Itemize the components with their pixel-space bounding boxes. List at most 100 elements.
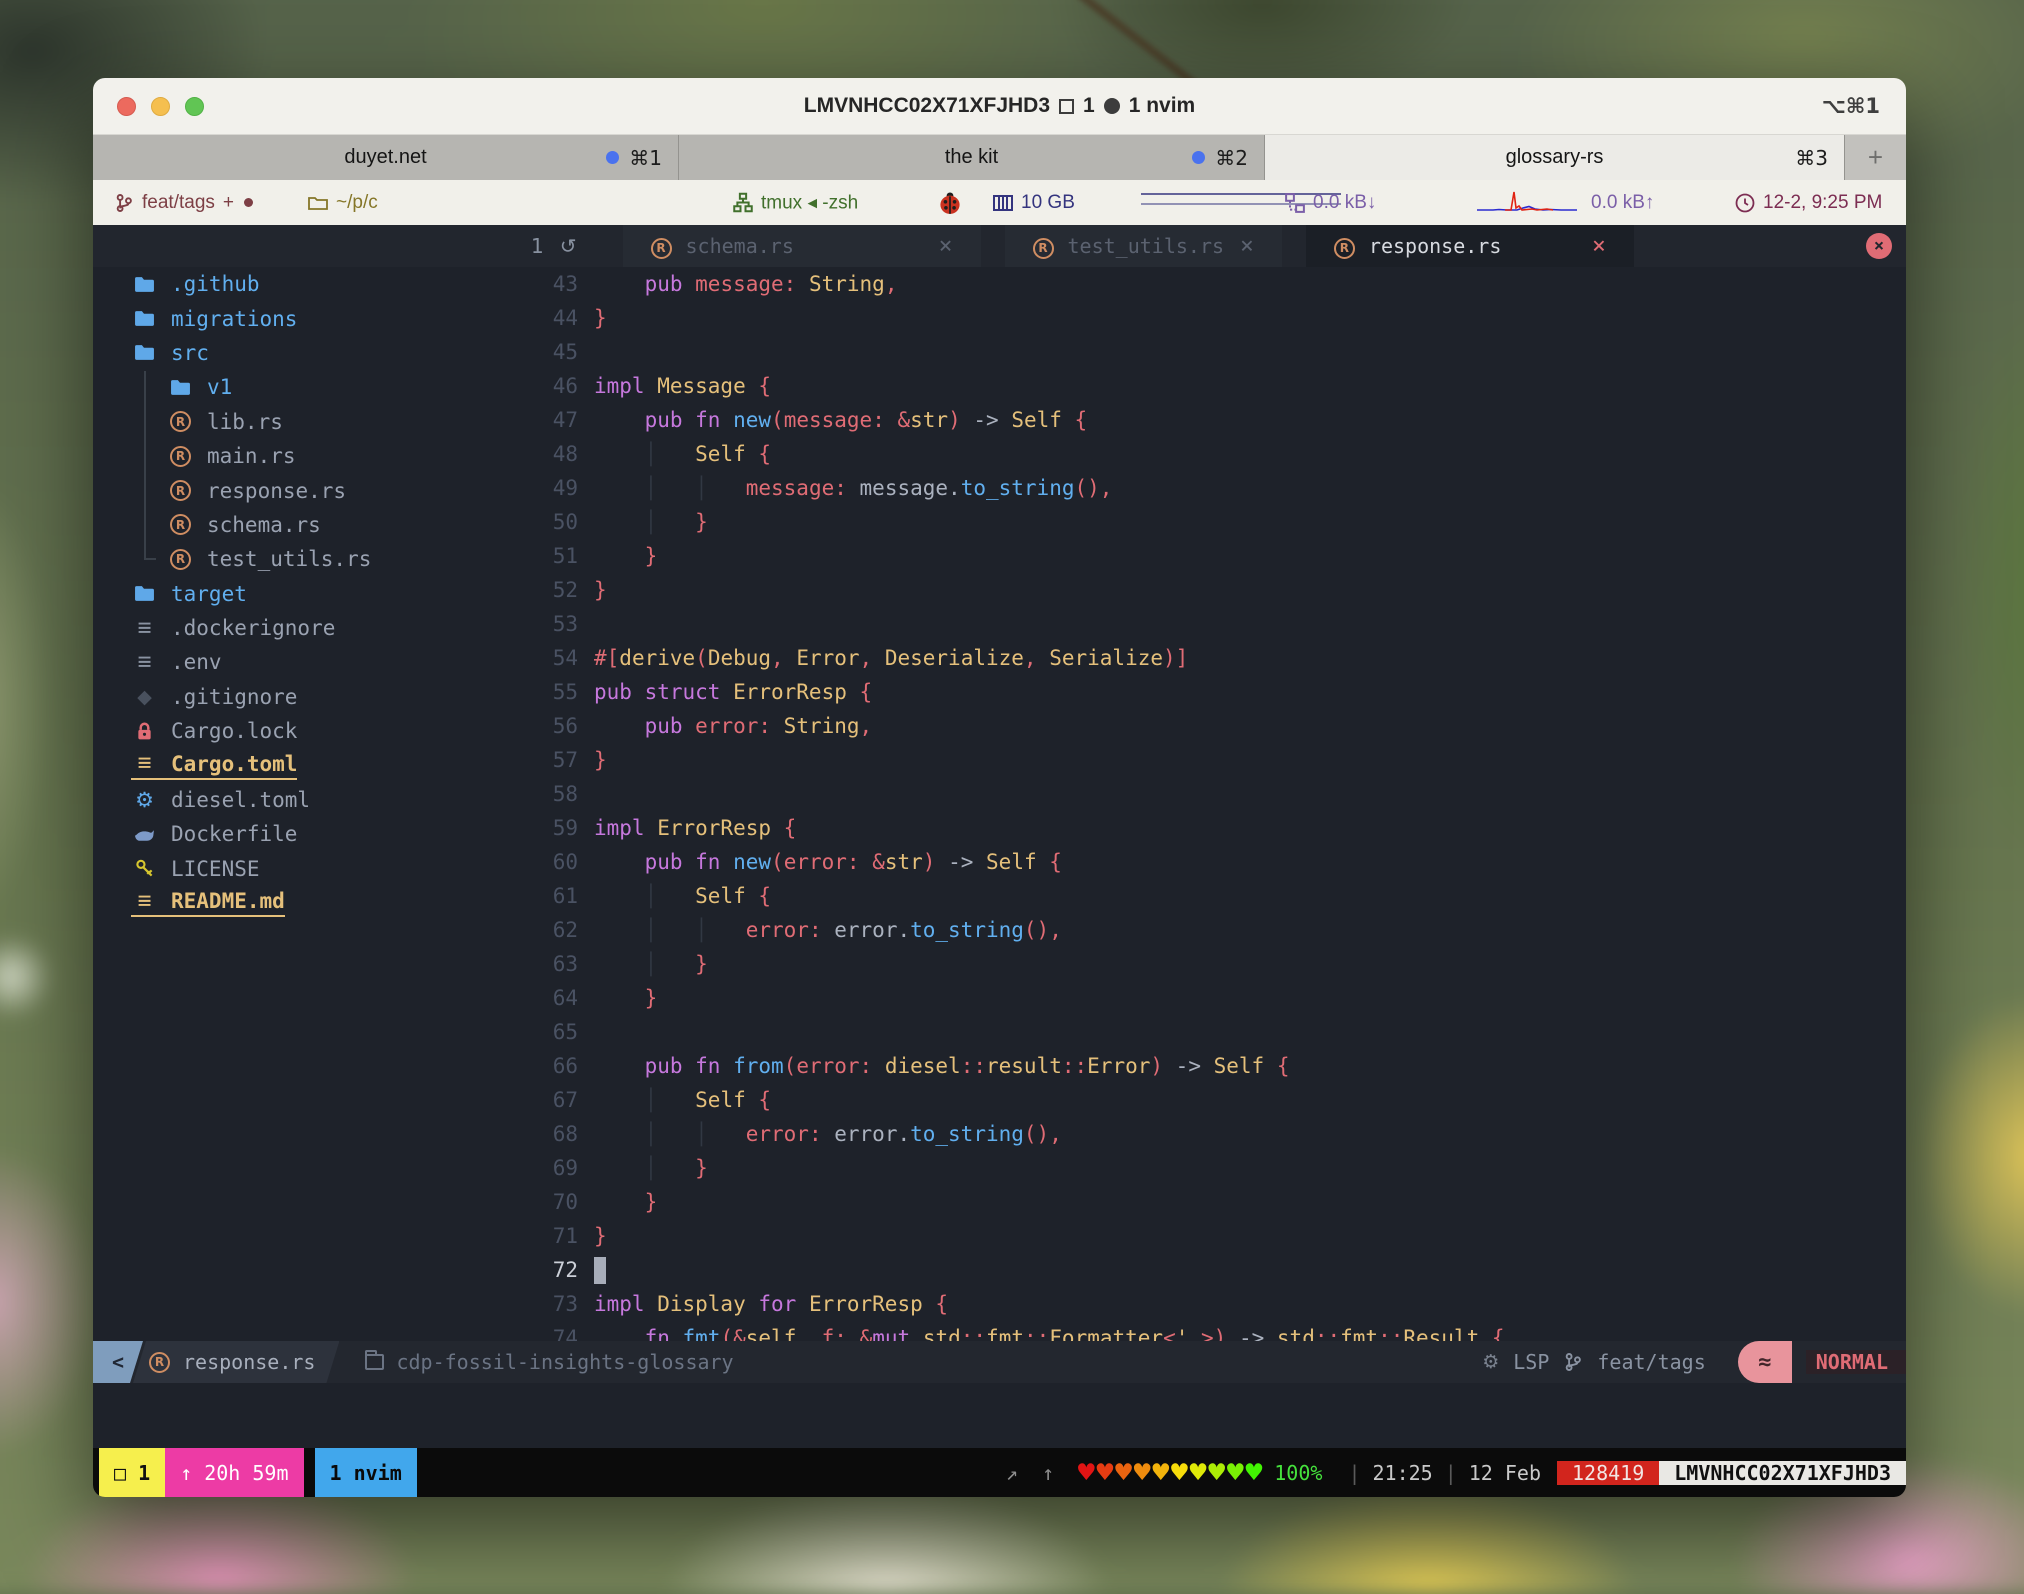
tree-item-Dockerfile[interactable]: Dockerfile: [93, 817, 520, 851]
code-line[interactable]: 54#[derive(Debug, Error, Deserialize, Se…: [520, 641, 1906, 675]
tree-item-README-md[interactable]: ≡README.md: [93, 886, 520, 920]
statusline-file[interactable]: R response.rs: [133, 1341, 339, 1383]
clock-icon: [1735, 193, 1755, 213]
lock-icon: [131, 722, 158, 741]
minimize-window-button[interactable]: [151, 97, 170, 116]
memory-status[interactable]: 10 GB: [993, 192, 1075, 214]
tree-item-Cargo-lock[interactable]: Cargo.lock: [93, 714, 520, 748]
terminal-pane[interactable]: 1 ↺ Rschema.rs×Rtest_utils.rs×Rresponse.…: [93, 225, 1906, 1448]
terminal-tab-the-kit[interactable]: the kit⌘2: [679, 135, 1265, 180]
line-number: 64: [520, 986, 578, 1010]
code-line[interactable]: 49 │ │ message: message.to_string(),: [520, 471, 1906, 505]
gear-icon: ⚙: [131, 788, 158, 812]
folder-icon: [308, 193, 328, 213]
close-all-button[interactable]: ×: [1866, 233, 1892, 259]
tree-item-response-rs[interactable]: Rresponse.rs: [93, 473, 520, 507]
code-line[interactable]: 43 pub message: String,: [520, 267, 1906, 301]
line-number: 70: [520, 1190, 578, 1214]
tree-item-lib-rs[interactable]: Rlib.rs: [93, 405, 520, 439]
code-line[interactable]: 45: [520, 335, 1906, 369]
code-line[interactable]: 66 pub fn from(error: diesel::result::Er…: [520, 1049, 1906, 1083]
code-line[interactable]: 56 pub error: String,: [520, 709, 1906, 743]
pane-icon: [1059, 99, 1074, 114]
tree-item-schema-rs[interactable]: Rschema.rs: [93, 508, 520, 542]
close-window-button[interactable]: [117, 97, 136, 116]
code-line[interactable]: 74 fn fmt(&self, f: &mut std::fmt::Forma…: [520, 1321, 1906, 1341]
tree-item-LICENSE[interactable]: LICENSE: [93, 852, 520, 886]
zoom-window-button[interactable]: [185, 97, 204, 116]
tree-item-v1[interactable]: v1: [93, 370, 520, 404]
tree-item--gitignore[interactable]: ◆.gitignore: [93, 680, 520, 714]
code-line[interactable]: 71}: [520, 1219, 1906, 1253]
line-number: 65: [520, 1020, 578, 1044]
buffer-name: test_utils.rs: [1068, 234, 1225, 258]
code-line[interactable]: 48 │ Self {: [520, 437, 1906, 471]
code-line[interactable]: 44}: [520, 301, 1906, 335]
code-line[interactable]: 57}: [520, 743, 1906, 777]
tree-item-Cargo-toml[interactable]: ≡Cargo.toml: [93, 748, 520, 782]
heart-icon: ♥: [1188, 1460, 1207, 1486]
close-buffer-icon[interactable]: ×: [1592, 233, 1606, 259]
folder-icon: [131, 584, 158, 603]
code-line[interactable]: 60 pub fn new(error: &str) -> Self {: [520, 845, 1906, 879]
network-down-status[interactable]: 0.0 kB↓: [1285, 192, 1376, 214]
code-line[interactable]: 52}: [520, 573, 1906, 607]
close-buffer-icon[interactable]: ×: [939, 233, 953, 259]
code-line[interactable]: 61 │ Self {: [520, 879, 1906, 913]
network-up-status[interactable]: 0.0 kB↑: [1591, 192, 1654, 214]
line-number: 56: [520, 714, 578, 738]
code-line[interactable]: 65: [520, 1015, 1906, 1049]
session-status[interactable]: tmux ◂ -zsh: [733, 191, 858, 214]
terminal-tab-glossary-rs[interactable]: glossary-rs⌘3: [1265, 135, 1845, 180]
code-line[interactable]: 46impl Message {: [520, 369, 1906, 403]
line-number: 69: [520, 1156, 578, 1180]
tree-item--dockerignore[interactable]: ≡.dockerignore: [93, 611, 520, 645]
code-line[interactable]: 70 }: [520, 1185, 1906, 1219]
tree-item-test_utils-rs[interactable]: Rtest_utils.rs: [93, 542, 520, 576]
buffer-tab-response-rs[interactable]: Rresponse.rs×: [1306, 225, 1634, 267]
tab-activity-dot: [606, 151, 619, 164]
tree-item--env[interactable]: ≡.env: [93, 645, 520, 679]
clock-status[interactable]: 12-2, 9:25 PM: [1735, 192, 1882, 214]
code-line[interactable]: 69 │ }: [520, 1151, 1906, 1185]
code-line-current[interactable]: 72: [520, 1253, 1906, 1287]
code-line[interactable]: 59impl ErrorResp {: [520, 811, 1906, 845]
undo-icon[interactable]: ↺: [560, 234, 577, 258]
title-bar[interactable]: LMVNHCC02X71XFJHD3 1 1 nvim ⌥⌘1: [93, 78, 1906, 135]
code-line[interactable]: 47 pub fn new(message: &str) -> Self {: [520, 403, 1906, 437]
new-tab-button[interactable]: +: [1845, 135, 1906, 180]
code-line[interactable]: 58: [520, 777, 1906, 811]
code-line[interactable]: 63 │ }: [520, 947, 1906, 981]
tree-item-src[interactable]: src: [93, 336, 520, 370]
terminal-tab-duyet-net[interactable]: duyet.net⌘1: [93, 135, 679, 180]
code-line[interactable]: 64 }: [520, 981, 1906, 1015]
tab-bar: duyet.net⌘1the kit⌘2glossary-rs⌘3+: [93, 135, 1906, 180]
tree-item-diesel-toml[interactable]: ⚙diesel.toml: [93, 783, 520, 817]
tree-item--github[interactable]: .github: [93, 267, 520, 301]
code-line[interactable]: 51 }: [520, 539, 1906, 573]
git-branch-status[interactable]: feat/tags +: [114, 192, 253, 214]
bufferline-left[interactable]: 1 ↺: [531, 225, 577, 267]
heart-icon: ♥: [1206, 1460, 1225, 1486]
tree-item-main-rs[interactable]: Rmain.rs: [93, 439, 520, 473]
tree-item-migrations[interactable]: migrations: [93, 301, 520, 335]
code-line[interactable]: 55pub struct ErrorResp {: [520, 675, 1906, 709]
code-line[interactable]: 67 │ Self {: [520, 1083, 1906, 1117]
code-line[interactable]: 53: [520, 607, 1906, 641]
line-number: 61: [520, 884, 578, 908]
code-editor[interactable]: 43 pub message: String,44}4546impl Messa…: [520, 267, 1906, 1341]
code-line[interactable]: 50 │ }: [520, 505, 1906, 539]
line-number: 49: [520, 476, 578, 500]
tab-label: glossary-rs: [1506, 146, 1604, 169]
close-buffer-icon[interactable]: ×: [1240, 233, 1254, 259]
tmux-window-index[interactable]: □ 1: [99, 1448, 165, 1497]
code-line[interactable]: 62 │ │ error: error.to_string(),: [520, 913, 1906, 947]
rust-icon: R: [149, 1352, 170, 1373]
buffer-tab-schema-rs[interactable]: Rschema.rs×: [623, 225, 981, 267]
tmux-pane-name[interactable]: 1 nvim: [315, 1448, 417, 1497]
cwd-status[interactable]: ~/p/c: [308, 192, 378, 214]
buffer-tab-test_utils-rs[interactable]: Rtest_utils.rs×: [1005, 225, 1282, 267]
code-line[interactable]: 73impl Display for ErrorResp {: [520, 1287, 1906, 1321]
tree-item-target[interactable]: target: [93, 577, 520, 611]
code-line[interactable]: 68 │ │ error: error.to_string(),: [520, 1117, 1906, 1151]
